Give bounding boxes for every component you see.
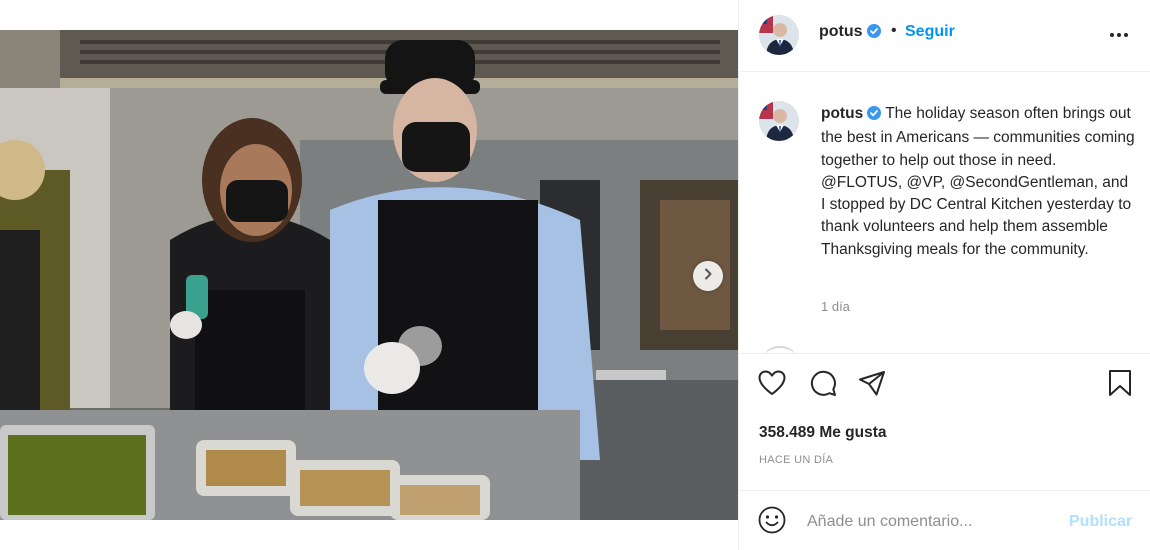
post-date[interactable]: HACE UN DÍA	[759, 454, 833, 466]
username-text[interactable]: potus	[819, 23, 863, 40]
publish-button[interactable]: Publicar	[1069, 513, 1132, 531]
likes-count[interactable]: 358.489 Me gusta	[759, 424, 887, 442]
emoji-button[interactable]	[757, 506, 787, 539]
post-header: potus • Seguir	[739, 0, 1150, 72]
heart-icon	[758, 370, 786, 401]
next-comment-avatar-partial	[765, 346, 795, 353]
avatar[interactable]	[759, 15, 799, 55]
caption-avatar[interactable]	[759, 101, 799, 141]
caption-body: The holiday season often brings out the …	[821, 105, 1135, 258]
verified-badge-icon	[867, 105, 882, 127]
share-button[interactable]	[857, 370, 887, 400]
header-separator: •	[891, 22, 897, 39]
post-caption: potus The holiday season often brings ou…	[821, 103, 1136, 261]
carousel-next-button[interactable]	[693, 261, 723, 291]
comment-button[interactable]	[808, 370, 838, 400]
avatar-image	[759, 15, 799, 55]
post-photo[interactable]	[0, 30, 738, 520]
more-options-icon	[1109, 25, 1129, 43]
add-comment-bar: Publicar	[739, 490, 1150, 550]
emoji-icon	[758, 506, 786, 539]
more-options-button[interactable]	[1107, 22, 1131, 46]
share-icon	[858, 370, 886, 401]
avatar-image	[759, 101, 799, 141]
verified-badge-icon	[866, 24, 881, 43]
caption-username[interactable]: potus	[821, 105, 863, 122]
bookmark-icon	[1108, 369, 1132, 402]
post-media	[0, 0, 738, 550]
kitchen-photo-illustration	[0, 30, 738, 520]
caption-timestamp: 1 día	[821, 299, 850, 314]
save-button[interactable]	[1105, 369, 1135, 402]
like-button[interactable]	[757, 370, 787, 400]
caption-section: potus The holiday season often brings ou…	[739, 73, 1150, 353]
comment-icon	[809, 369, 837, 402]
chevron-right-icon	[702, 267, 714, 285]
post-author-username[interactable]: potus	[819, 23, 881, 43]
follow-button[interactable]: Seguir	[905, 23, 955, 41]
comment-input[interactable]	[807, 509, 1057, 535]
post-sidebar: potus • Seguir potus The holiday season …	[738, 0, 1150, 550]
